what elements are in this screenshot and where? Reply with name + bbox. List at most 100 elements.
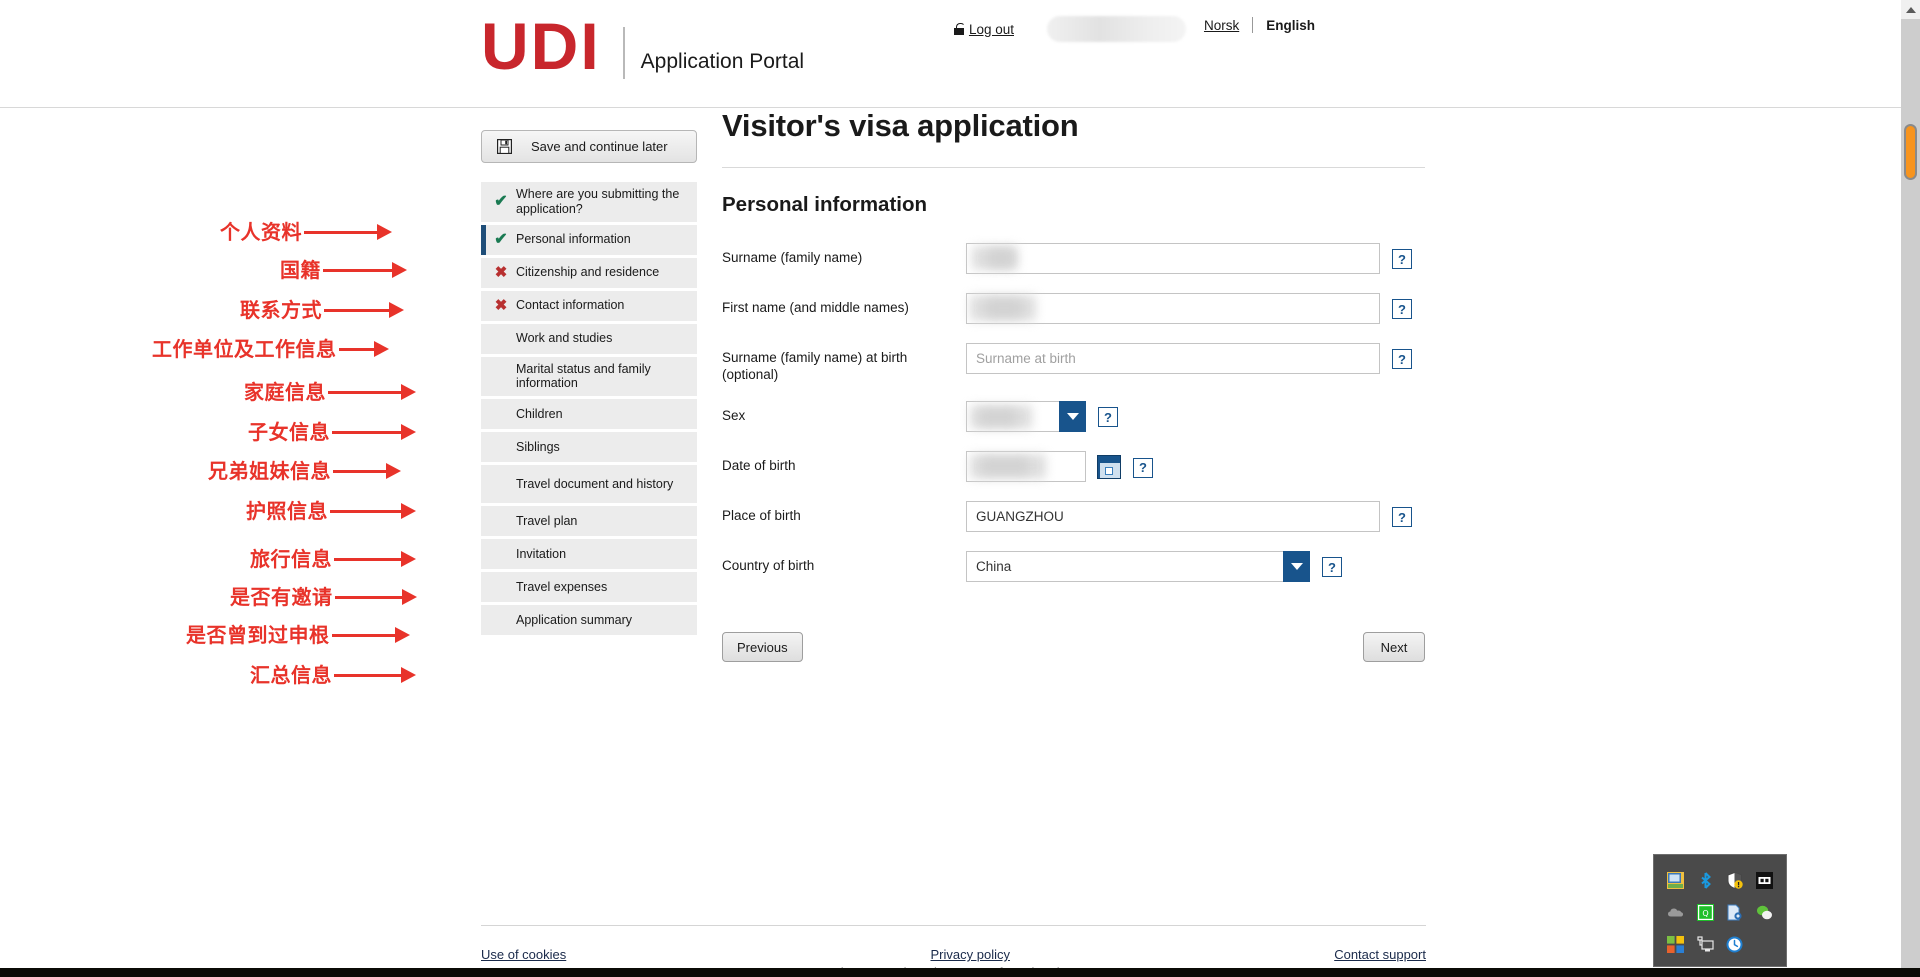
sidebar-item-label: Contact information bbox=[516, 298, 625, 313]
place-of-birth-field-group: ? bbox=[966, 501, 1425, 533]
firstname-help-button[interactable]: ? bbox=[1392, 299, 1412, 319]
annotation-text: 是否曾到过申根 bbox=[186, 623, 330, 647]
privacy-policy-link[interactable]: Privacy policy bbox=[931, 947, 1010, 962]
annotation-work-and-studies: 工作单位及工作信息 bbox=[152, 339, 389, 359]
page-title: Visitor's visa application bbox=[722, 108, 1079, 143]
bluetooth-icon[interactable] bbox=[1697, 871, 1714, 889]
lang-english-link[interactable]: English bbox=[1266, 18, 1315, 33]
annotation-arrow-icon bbox=[330, 503, 416, 519]
date-of-birth-input[interactable] bbox=[966, 451, 1086, 483]
brand-logo[interactable]: UDI Application Portal bbox=[481, 13, 804, 79]
date-of-birth-help-button[interactable]: ? bbox=[1133, 457, 1153, 478]
document-share-icon[interactable] bbox=[1726, 904, 1743, 921]
sidebar-item-label: Work and studies bbox=[516, 331, 613, 346]
sidebar-item-travel-document-history[interactable]: Travel document and history bbox=[481, 465, 697, 506]
sex-label: Sex bbox=[722, 408, 746, 424]
annotation-arrow-icon bbox=[333, 463, 401, 479]
annotation-children: 子女信息 bbox=[248, 422, 416, 442]
sidebar-item-marital-status[interactable]: Marital status and family information bbox=[481, 356, 697, 399]
surname-at-birth-input[interactable] bbox=[966, 343, 1380, 374]
annotation-text: 是否有邀请 bbox=[230, 585, 333, 609]
surname-help-button[interactable]: ? bbox=[1392, 249, 1412, 269]
sidebar-item-label: Application summary bbox=[516, 612, 633, 627]
firstname-input[interactable] bbox=[966, 293, 1380, 324]
surname-input-wrapper bbox=[966, 243, 1380, 274]
form-row-date-of-birth: Date of birth ? bbox=[722, 451, 1425, 483]
annotation-travel-document: 护照信息 bbox=[246, 501, 416, 521]
annotation-text: 兄弟姐妹信息 bbox=[208, 459, 331, 483]
use-of-cookies-link[interactable]: Use of cookies bbox=[481, 947, 566, 962]
sidebar-item-label: Where are you submitting the application… bbox=[516, 187, 680, 216]
section-title: Personal information bbox=[722, 193, 928, 216]
check-icon: ✔ bbox=[494, 230, 508, 248]
save-and-continue-button[interactable]: Save and continue later bbox=[481, 130, 697, 163]
qq-input-method-icon[interactable]: Q bbox=[1696, 903, 1714, 921]
firstname-input-wrapper bbox=[966, 293, 1380, 324]
sidebar-item-citizenship-residence[interactable]: ✖ Citizenship and residence bbox=[481, 257, 697, 291]
form-row-country-of-birth: Country of birth China ? bbox=[722, 551, 1425, 583]
annotation-text: 联系方式 bbox=[240, 298, 322, 322]
sidebar-item-label: Invitation bbox=[516, 546, 567, 561]
annotation-text: 国籍 bbox=[280, 258, 321, 282]
firstname-field-group: ? bbox=[966, 293, 1425, 324]
sidebar-item-where-submitting[interactable]: ✔ Where are you submitting the applicati… bbox=[481, 182, 697, 225]
annotation-application-summary: 汇总信息 bbox=[250, 665, 416, 685]
sex-select[interactable] bbox=[966, 401, 1086, 433]
sidebar-item-siblings[interactable]: Siblings bbox=[481, 432, 697, 465]
network-map-icon[interactable] bbox=[1667, 871, 1685, 889]
calendar-picker-icon[interactable] bbox=[1097, 454, 1121, 479]
desktop-bottom-strip bbox=[0, 968, 1920, 977]
sidebar-item-travel-expenses[interactable]: Travel expenses bbox=[481, 572, 697, 605]
sidebar-item-children[interactable]: Children bbox=[481, 399, 697, 432]
sidebar-item-label: Travel document and history bbox=[516, 476, 674, 491]
surname-field-group: ? bbox=[966, 243, 1425, 274]
next-button[interactable]: Next bbox=[1363, 632, 1425, 663]
form-row-surname-at-birth: Surname (family name) at birth (optional… bbox=[722, 343, 1425, 383]
sidebar-item-application-summary[interactable]: Application summary bbox=[481, 605, 697, 638]
form-row-sex: Sex ? bbox=[722, 401, 1425, 433]
contact-support-link[interactable]: Contact support bbox=[1334, 947, 1426, 962]
chevron-down-icon[interactable] bbox=[1059, 401, 1086, 433]
onedrive-cloud-icon[interactable] bbox=[1667, 904, 1684, 921]
previous-button[interactable]: Previous bbox=[722, 632, 803, 663]
sidebar-item-personal-information[interactable]: ✔ Personal information bbox=[481, 224, 697, 258]
vertical-scrollbar[interactable] bbox=[1901, 0, 1920, 968]
sidebar-item-invitation[interactable]: Invitation bbox=[481, 539, 697, 572]
scroll-up-arrow-icon[interactable] bbox=[1901, 0, 1920, 19]
sidebar-item-contact-information[interactable]: ✖ Contact information bbox=[481, 290, 697, 324]
sidebar-item-travel-plan[interactable]: Travel plan bbox=[481, 506, 697, 539]
windows-store-icon[interactable] bbox=[1667, 935, 1685, 953]
surname-at-birth-help-button[interactable]: ? bbox=[1392, 349, 1412, 369]
sidebar-item-work-and-studies[interactable]: Work and studies bbox=[481, 323, 697, 357]
form-row-firstname: First name (and middle names) ? bbox=[722, 293, 1425, 325]
form-row-place-of-birth: Place of birth ? bbox=[722, 501, 1425, 533]
wechat-icon[interactable] bbox=[1756, 904, 1773, 921]
country-select-wrapper: China bbox=[966, 551, 1310, 583]
remote-desktop-icon[interactable] bbox=[1697, 935, 1714, 953]
surname-label: Surname (family name) bbox=[722, 250, 863, 265]
annotation-arrow-icon bbox=[334, 589, 417, 605]
place-of-birth-help-button[interactable]: ? bbox=[1392, 507, 1412, 528]
surname-input[interactable] bbox=[966, 243, 1380, 274]
cross-icon: ✖ bbox=[494, 264, 508, 281]
place-of-birth-input[interactable] bbox=[966, 501, 1380, 533]
country-of-birth-select[interactable]: China bbox=[966, 551, 1310, 583]
annotation-family-information: 家庭信息 bbox=[244, 382, 416, 402]
annotation-arrow-icon bbox=[334, 551, 416, 567]
logout-link[interactable]: Log out bbox=[953, 22, 1014, 37]
annotation-arrow-icon bbox=[328, 384, 416, 400]
scrollbar-thumb[interactable] bbox=[1904, 124, 1917, 180]
country-of-birth-help-button[interactable]: ? bbox=[1322, 557, 1342, 578]
system-tray-overflow-panel: Q bbox=[1653, 854, 1787, 967]
annotation-arrow-icon bbox=[334, 667, 416, 683]
username-redacted bbox=[1047, 16, 1186, 42]
chevron-down-icon[interactable] bbox=[1283, 551, 1310, 583]
site-header: UDI Application Portal Log out Norsk Eng… bbox=[0, 0, 1901, 108]
sex-help-button[interactable]: ? bbox=[1098, 407, 1118, 428]
date-of-birth-label: Date of birth bbox=[722, 458, 796, 474]
monitor-display-icon[interactable] bbox=[1755, 871, 1773, 889]
security-shield-warning-icon[interactable] bbox=[1726, 871, 1743, 889]
country-of-birth-value: China bbox=[976, 559, 1012, 575]
clock-icon[interactable] bbox=[1726, 936, 1743, 953]
lang-norsk-link[interactable]: Norsk bbox=[1204, 18, 1239, 33]
